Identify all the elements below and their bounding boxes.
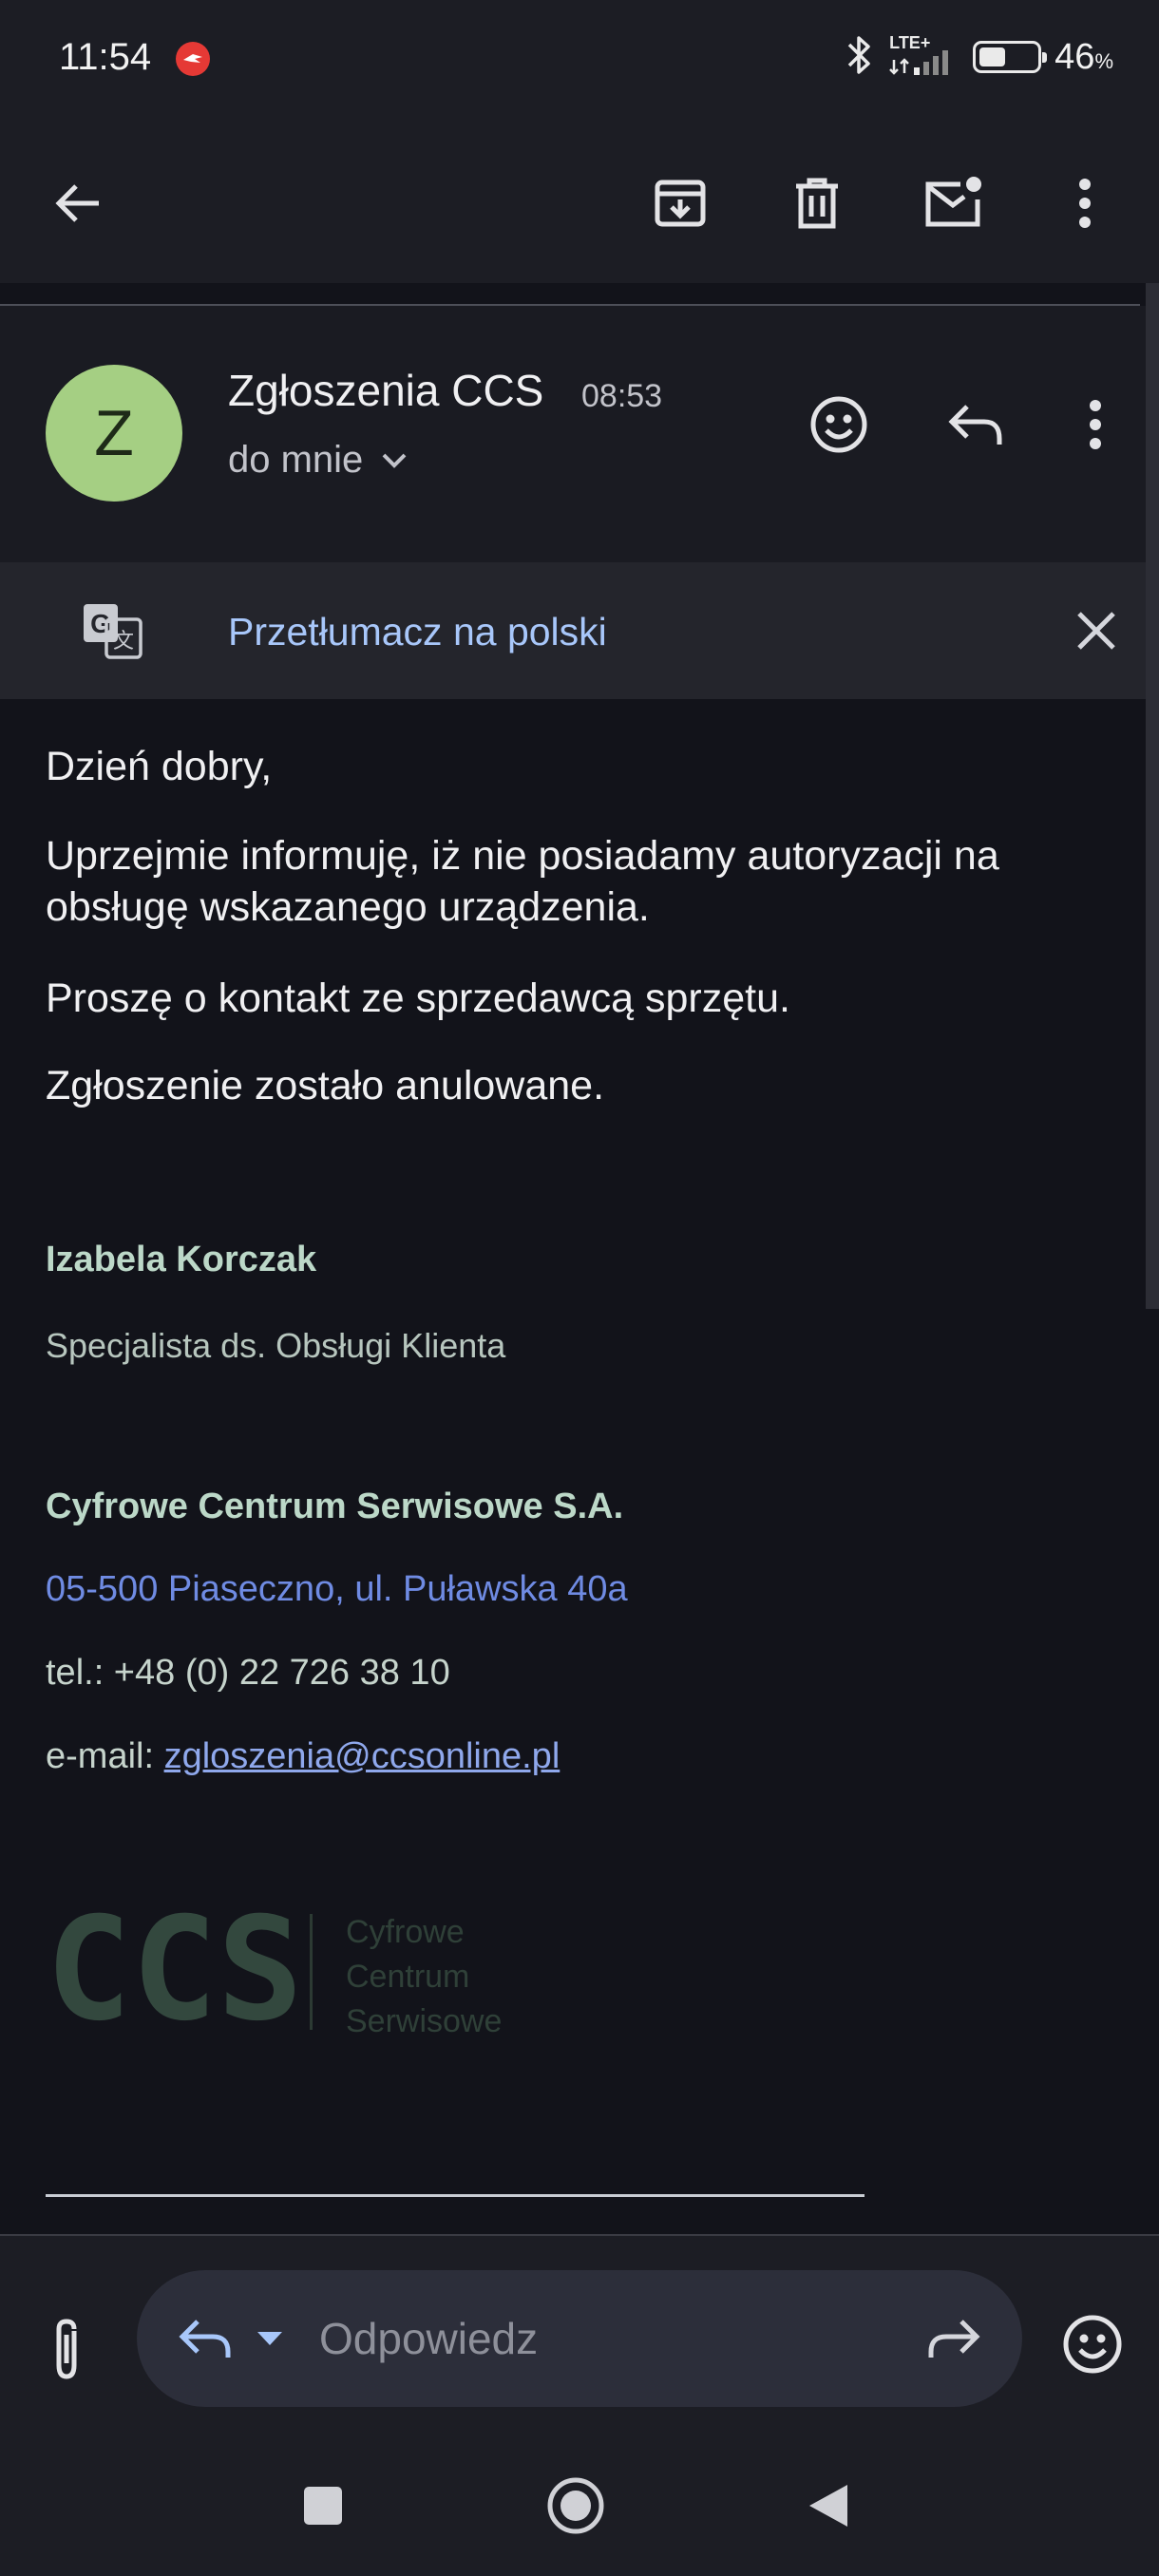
battery-value: 46 xyxy=(1054,36,1095,77)
logo-line: Cyfrowe xyxy=(346,1914,465,1950)
reply-mode-dropdown[interactable] xyxy=(251,2323,289,2354)
logo-line: Centrum xyxy=(346,1959,469,1995)
recipient-toggle[interactable]: do mnie xyxy=(228,439,408,482)
bluetooth-icon xyxy=(844,33,876,82)
attach-button[interactable] xyxy=(28,2312,104,2388)
reply-mode-button[interactable] xyxy=(171,2304,239,2373)
battery-percent: 46% xyxy=(1054,37,1113,78)
logo-line: Serwisowe xyxy=(346,2003,502,2037)
avatar-initial: Z xyxy=(94,397,134,469)
company-logo: CCS Cyfrowe Centrum Serwisowe xyxy=(46,1887,578,2053)
reply-field[interactable] xyxy=(137,2270,1022,2407)
system-nav-bar xyxy=(0,2435,1159,2576)
delete-button[interactable] xyxy=(771,158,863,249)
battery-unit: % xyxy=(1094,48,1113,73)
home-circle-icon xyxy=(547,2477,604,2534)
message-time: 08:53 xyxy=(581,378,663,414)
avatar[interactable]: Z xyxy=(46,365,182,502)
signature-separator xyxy=(46,2194,864,2197)
signature-address-link[interactable]: 05-500 Piaseczno, ul. Puławska 40a xyxy=(46,1569,628,1610)
body-greeting: Dzień dobry, xyxy=(46,744,273,789)
status-time: 11:54 xyxy=(59,36,152,78)
body-paragraph: Zgłoszenie zostało anulowane. xyxy=(46,1063,605,1108)
mail-unread-icon xyxy=(925,177,981,227)
status-bar: 11:54 LTE+ 46% xyxy=(0,0,1159,122)
reply-input[interactable] xyxy=(319,2308,851,2369)
sender-header: Z Zgłoszenia CCS 08:53 do mnie xyxy=(0,306,1146,562)
more-vert-icon xyxy=(1079,179,1091,228)
more-vert-icon xyxy=(1090,400,1101,449)
emoji-icon xyxy=(1063,2315,1122,2374)
translate-bar: G 文 Przetłumacz na polski xyxy=(0,562,1146,699)
battery-fill xyxy=(979,47,1006,66)
signature-title: Specjalista ds. Obsługi Klienta xyxy=(46,1326,506,1365)
emoji-button[interactable] xyxy=(1053,2304,1132,2384)
reply-icon xyxy=(179,2320,231,2358)
email-link[interactable]: zgloszenia@ccsonline.pl xyxy=(164,1736,560,1776)
signature-company: Cyfrowe Centrum Serwisowe S.A. xyxy=(46,1487,624,1526)
reply-icon xyxy=(948,405,1002,445)
reply-bar xyxy=(0,2236,1159,2435)
scrollbar[interactable] xyxy=(1146,283,1159,1309)
signature-phone[interactable]: tel.: +48 (0) 22 726 38 10 xyxy=(46,1653,450,1694)
email-label: e-mail: xyxy=(46,1736,164,1776)
svg-text:文: 文 xyxy=(113,630,134,653)
signal-icon: LTE+ xyxy=(889,33,960,79)
translate-link[interactable]: Przetłumacz na polski xyxy=(228,610,607,654)
forward-button[interactable] xyxy=(920,2304,988,2373)
message-more-button[interactable] xyxy=(1053,382,1138,467)
close-icon xyxy=(1077,612,1115,650)
body-paragraph: Uprzejmie informuję, iż nie posiadamy au… xyxy=(46,833,999,930)
translate-icon: G 文 xyxy=(82,600,142,661)
logo-wordmark: CCS xyxy=(46,1904,303,2037)
archive-button[interactable] xyxy=(635,158,726,249)
battery-icon xyxy=(973,41,1048,73)
emoji-icon xyxy=(810,396,867,453)
signature-email: e-mail: zgloszenia@ccsonline.pl xyxy=(46,1736,560,1777)
close-translate-button[interactable] xyxy=(1066,600,1127,661)
add-reaction-button[interactable] xyxy=(796,382,882,467)
trash-icon xyxy=(796,178,838,229)
body-paragraph: Proszę o kontakt ze sprzedawcą sprzętu. xyxy=(46,975,790,1021)
header-divider xyxy=(0,283,1159,306)
status-indicators: LTE+ 46% xyxy=(844,32,1113,82)
home-button[interactable] xyxy=(538,2468,614,2544)
sender-name[interactable]: Zgłoszenia CCS xyxy=(228,365,543,416)
triangle-back-icon xyxy=(809,2485,847,2527)
arrow-back-icon xyxy=(55,184,99,222)
recipient-label: do mnie xyxy=(228,439,364,481)
back-nav-button[interactable] xyxy=(790,2468,866,2544)
signature-name: Izabela Korczak xyxy=(46,1240,317,1279)
more-options-button[interactable] xyxy=(1039,158,1130,249)
dropdown-caret-icon xyxy=(257,2332,282,2345)
reply-button[interactable] xyxy=(933,382,1018,467)
back-button[interactable] xyxy=(32,158,124,249)
square-icon xyxy=(304,2487,342,2525)
notification-app-icon xyxy=(176,42,210,76)
email-screen: 11:54 LTE+ 46% Z Zgłoszenia CCS 08:53 do… xyxy=(0,0,1159,2576)
top-app-bar xyxy=(0,122,1159,283)
recents-button[interactable] xyxy=(285,2468,361,2544)
archive-icon xyxy=(655,180,706,227)
chevron-down-icon xyxy=(382,453,407,468)
forward-icon xyxy=(928,2320,980,2358)
attachment-icon xyxy=(56,2319,77,2379)
mark-unread-button[interactable] xyxy=(908,158,999,249)
